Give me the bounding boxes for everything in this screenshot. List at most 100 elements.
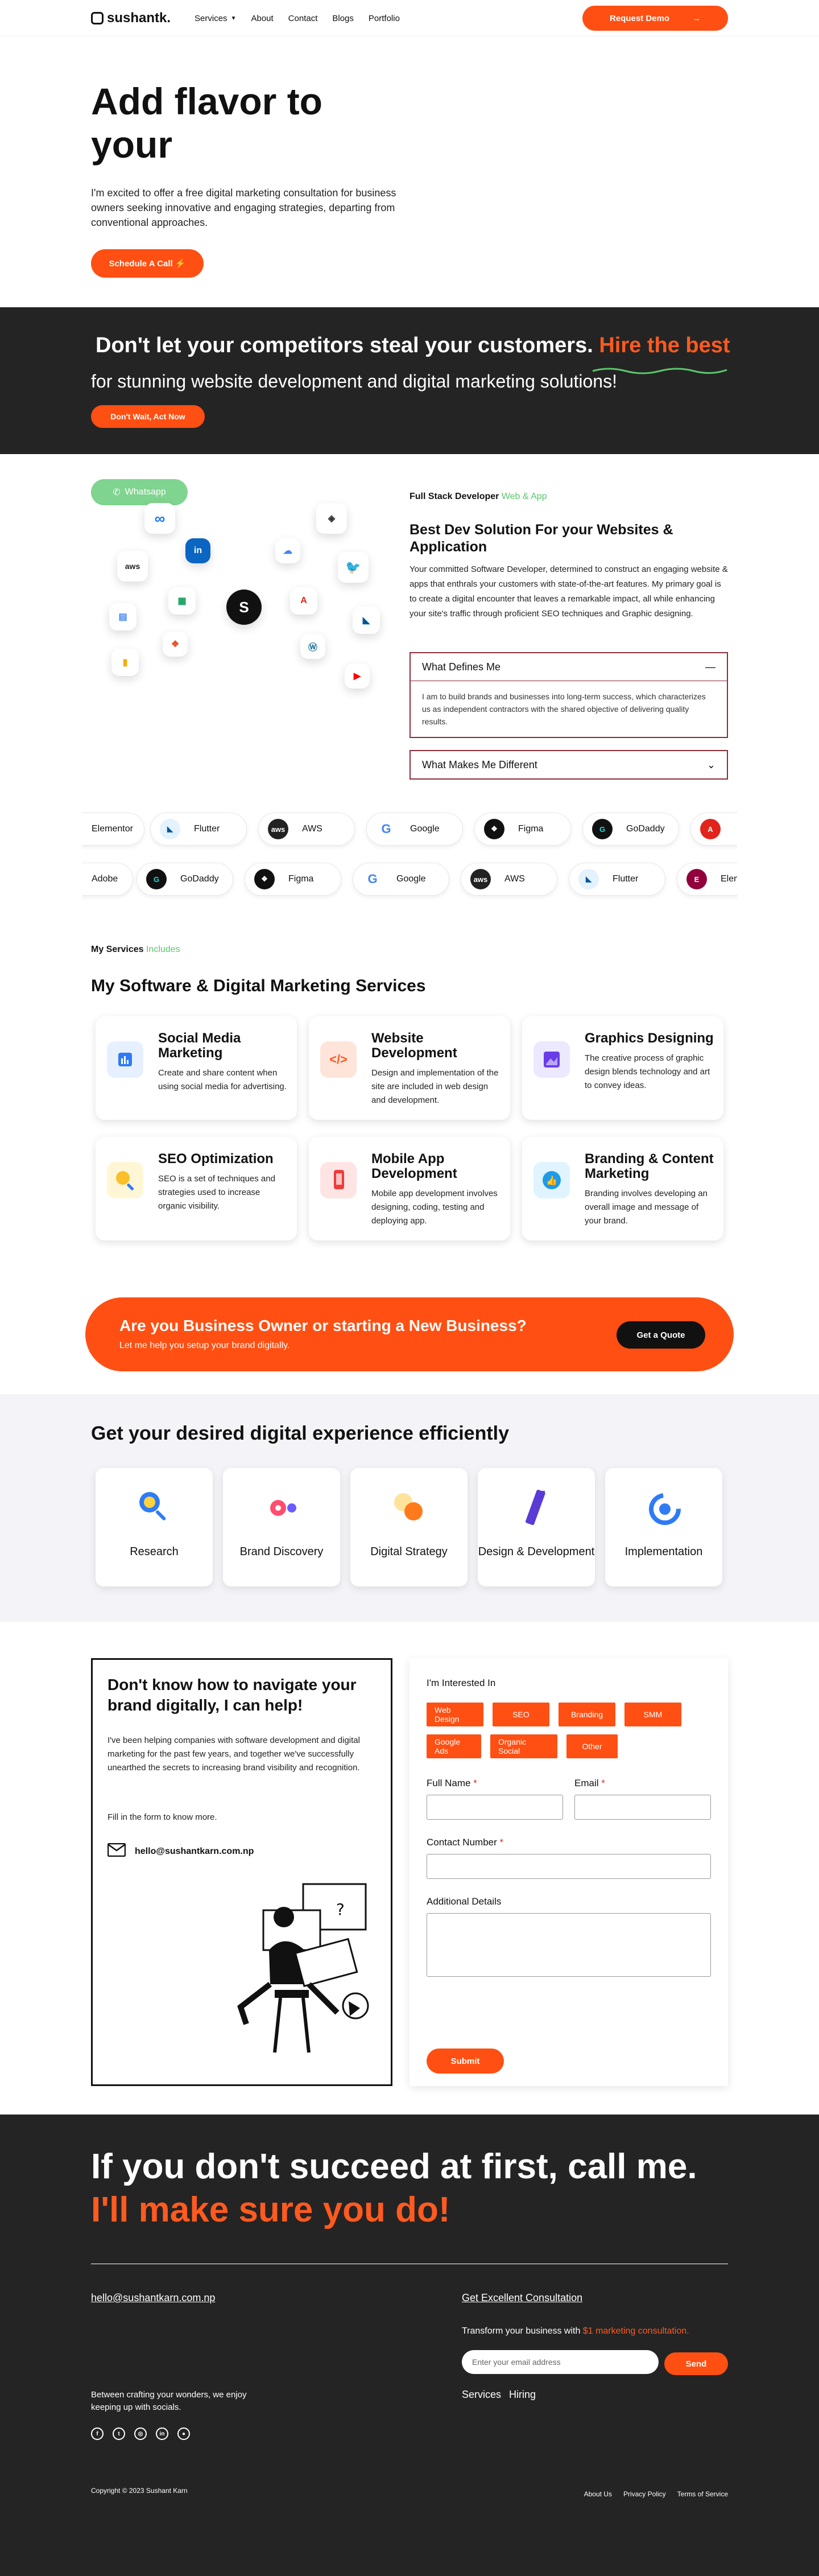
service-card-graphics-designing[interactable]: Graphics Designing The creative process … <box>522 1016 723 1120</box>
brand-discovery-icon <box>259 1485 304 1531</box>
squarespace-circle-icon: S <box>226 590 262 625</box>
terms-of-service-link[interactable]: Terms of Service <box>677 2490 728 2498</box>
brand-chip-aws: aws AWS <box>258 813 355 846</box>
service-card-branding[interactable]: 👍 Branding & Content Marketing Branding … <box>522 1137 723 1240</box>
act-now-button[interactable]: Don't Wait, Act Now <box>91 405 205 428</box>
step-label: Design & Development <box>478 1545 595 1558</box>
service-card-title: Website Development <box>371 1031 457 1061</box>
service-card-seo[interactable]: SEO Optimization SEO is a set of techniq… <box>96 1137 297 1240</box>
adobe-icon: A <box>700 819 721 839</box>
contact-title: Don't know how to navigate your brand di… <box>107 1676 357 1714</box>
privacy-policy-link[interactable]: Privacy Policy <box>623 2490 666 2498</box>
brand-chip-label: Elementor <box>92 824 133 834</box>
implementation-icon <box>641 1485 686 1531</box>
footer-email-link[interactable]: hello@sushantkarn.com.np <box>91 2292 215 2304</box>
email-input[interactable] <box>574 1795 711 1820</box>
facebook-icon[interactable]: f <box>91 2427 104 2440</box>
brand-chip-label: Google <box>396 874 426 884</box>
request-demo-button[interactable]: Request Demo → <box>582 6 728 31</box>
service-card-social-media[interactable]: Social Media Marketing Create and share … <box>96 1016 297 1120</box>
step-label: Brand Discovery <box>239 1545 324 1558</box>
google-docs-icon: ▤ <box>109 603 136 630</box>
minus-icon: — <box>705 661 715 673</box>
svg-text:👍: 👍 <box>546 1175 557 1186</box>
bar-chart-icon <box>107 1041 143 1078</box>
consultation-link[interactable]: Get Excellent Consultation <box>462 2292 582 2304</box>
service-card-text: Mobile app development involves designin… <box>371 1189 498 1226</box>
main-menu: Services ▼ About Contact Blogs Portfolio <box>195 14 400 23</box>
contact-number-input[interactable] <box>427 1854 711 1879</box>
linkedin-icon[interactable]: in <box>156 2427 168 2440</box>
contact-number-label-text: Contact Number <box>427 1837 497 1848</box>
interest-google-ads[interactable]: Google Ads <box>427 1734 481 1758</box>
nav-services[interactable]: Services ▼ <box>195 14 236 23</box>
brand-chip-label: AWS <box>302 824 322 834</box>
submit-button[interactable]: Submit <box>427 2049 504 2074</box>
whatsapp-icon: ✆ <box>113 488 121 497</box>
google-cloud-icon: ☁ <box>275 538 300 563</box>
digital-strategy-icon <box>386 1485 432 1531</box>
send-button[interactable]: Send <box>664 2352 728 2375</box>
google-icon: G <box>362 869 383 889</box>
contact-email-link[interactable]: hello@sushantkarn.com.np <box>107 1843 254 1860</box>
godaddy-icon: G <box>592 819 613 839</box>
newsletter-email-input[interactable]: Enter your email address <box>462 2350 659 2374</box>
step-implementation: Implementation <box>605 1468 722 1586</box>
footer-blurb: Between crafting your wonders, we enjoy … <box>91 2390 247 2412</box>
required-star: * <box>499 1837 504 1848</box>
nav-portfolio[interactable]: Portfolio <box>369 14 400 23</box>
interest-other[interactable]: Other <box>566 1734 618 1758</box>
brand-chip-adobe: Adobe <box>82 863 133 896</box>
interest-branding[interactable]: Branding <box>559 1703 615 1726</box>
promo-title: Are you Business Owner or starting a New… <box>119 1317 527 1334</box>
step-label: Implementation <box>624 1545 703 1558</box>
footer-link-services[interactable]: Services <box>462 2389 501 2401</box>
contact-email-text: hello@sushantkarn.com.np <box>135 1846 254 1856</box>
request-demo-label: Request Demo <box>609 13 670 23</box>
interest-seo[interactable]: SEO <box>493 1703 549 1726</box>
github-icon[interactable]: ● <box>177 2427 190 2440</box>
brand-chip-aws: aws AWS <box>461 863 557 896</box>
band-subtitle: for stunning website development and dig… <box>91 371 617 391</box>
accordion-what-defines-me: What Defines Me — I am to build brands an… <box>410 652 728 738</box>
nav-contact[interactable]: Contact <box>288 14 318 23</box>
twitter-icon[interactable]: t <box>113 2427 125 2440</box>
get-quote-button[interactable]: Get a Quote <box>617 1321 705 1349</box>
accordion-body-defines: I am to build brands and businesses into… <box>411 681 727 737</box>
accordion-header-different[interactable]: What Makes Me Different ⌄ <box>411 751 727 778</box>
youtube-icon: ▶ <box>345 663 370 689</box>
contact-text: I've been helping companies with softwar… <box>107 1736 360 1773</box>
service-card-title: Branding & Content Marketing <box>585 1151 714 1181</box>
service-card-text: The creative process of graphic design b… <box>585 1053 710 1090</box>
dev-title: Best Dev Solution For your Websites & Ap… <box>410 522 673 555</box>
additional-details-textarea[interactable] <box>427 1913 711 1977</box>
figma-icon: ❖ <box>254 869 275 889</box>
required-star: * <box>601 1778 605 1788</box>
code-icon: </> <box>320 1041 357 1078</box>
whatsapp-button[interactable]: ✆ Whatsapp <box>91 479 188 505</box>
brand-logo[interactable]: sushantk. <box>91 10 171 26</box>
about-us-link[interactable]: About Us <box>584 2490 612 2498</box>
service-card-website-development[interactable]: </> Website Development Design and imple… <box>309 1016 510 1120</box>
mobile-phone-icon <box>320 1162 357 1198</box>
top-nav: sushantk. Services ▼ About Contact Blogs … <box>0 0 819 36</box>
aws-icon: aws <box>470 869 491 889</box>
interest-web-design[interactable]: Web Design <box>427 1703 483 1726</box>
twitter-icon: 🐦 <box>338 552 369 583</box>
service-card-mobile-app[interactable]: Mobile App Development Mobile app develo… <box>309 1137 510 1240</box>
interest-smm[interactable]: SMM <box>624 1703 681 1726</box>
promo-text: Let me help you setup your brand digital… <box>119 1341 290 1350</box>
footer-link-hiring[interactable]: Hiring <box>509 2389 536 2401</box>
instagram-icon[interactable]: ◎ <box>134 2427 147 2440</box>
nav-about[interactable]: About <box>251 14 273 23</box>
figma-icon: ❖ <box>163 632 188 657</box>
schedule-call-button[interactable]: Schedule A Call ⚡ <box>91 249 204 278</box>
full-name-input[interactable] <box>427 1795 563 1820</box>
nav-blogs[interactable]: Blogs <box>332 14 354 23</box>
accordion-header-defines[interactable]: What Defines Me — <box>411 653 727 681</box>
brand-chip-godaddy: G GoDaddy <box>136 863 233 896</box>
interest-organic-social[interactable]: Organic Social <box>490 1734 557 1758</box>
step-design-development: Design & Development <box>478 1468 595 1586</box>
transform-text-accent: $1 marketing consultation. <box>582 2326 689 2336</box>
accordion-title-defines: What Defines Me <box>422 661 501 673</box>
